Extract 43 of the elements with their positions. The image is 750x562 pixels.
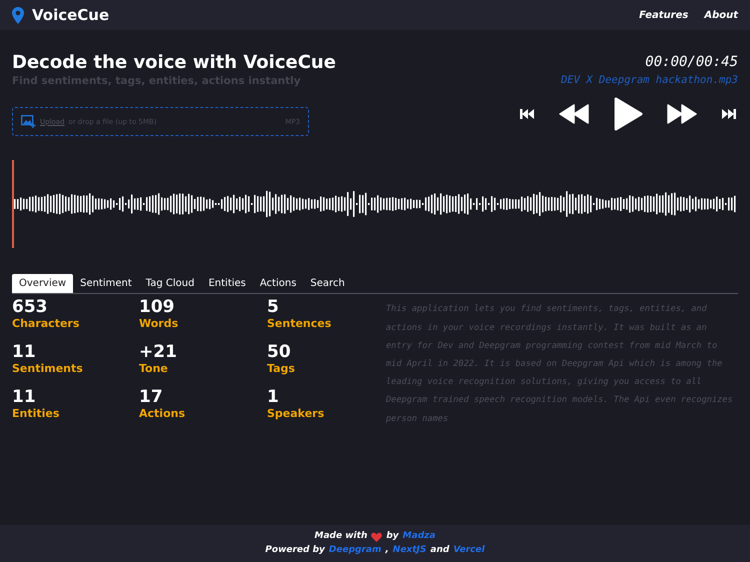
stat-value: 11: [12, 343, 37, 362]
stat-label: Actions: [139, 406, 186, 420]
stat-value: 17: [139, 388, 164, 407]
heart-icon: [371, 532, 382, 542]
skip-back-button[interactable]: [518, 106, 535, 121]
footer-text: Made with: [314, 530, 368, 543]
footer-text: and: [430, 544, 450, 556]
footer-text: ,: [385, 544, 389, 556]
tab[interactable]: Entities: [201, 274, 253, 294]
tab[interactable]: Tag Cloud: [138, 274, 202, 294]
tab[interactable]: Actions: [252, 274, 304, 294]
page-title: Decode the voice with VoiceCue: [12, 52, 336, 74]
rewind-button[interactable]: [559, 104, 589, 124]
stat-label: Tags: [267, 362, 296, 376]
tab[interactable]: Sentiment: [73, 274, 139, 294]
stat-value: 50: [267, 343, 292, 362]
stat-label: Entities: [12, 406, 60, 420]
file-name: DEV X Deepgram hackathon.mp3: [560, 73, 738, 88]
stat-label: Words: [139, 317, 180, 330]
nav-link[interactable]: About: [704, 8, 738, 22]
image-upload-icon: [21, 115, 36, 128]
fast-forward-button[interactable]: [667, 104, 697, 124]
tab[interactable]: Search: [303, 274, 352, 294]
stat-label: Tone: [139, 362, 169, 376]
stat-value: 1: [267, 388, 280, 407]
footer-text: by: [386, 530, 399, 543]
stat-label: Sentiments: [12, 362, 84, 376]
stat-value: 653: [12, 298, 48, 318]
brand-name[interactable]: VoiceCue: [32, 4, 110, 26]
map-pin-icon: [12, 6, 24, 24]
stat-label: Speakers: [267, 406, 326, 420]
stat-value: 11: [12, 388, 37, 407]
tab[interactable]: Overview: [12, 274, 74, 294]
nav-link[interactable]: Features: [639, 8, 688, 22]
stat-label: Characters: [12, 317, 80, 330]
stat-value: +21: [139, 343, 178, 362]
play-button[interactable]: [613, 96, 643, 131]
footer-text: Powered by: [265, 544, 325, 556]
skip-forward-button[interactable]: [721, 106, 738, 121]
time-display: 00:00/00:45: [645, 53, 738, 72]
stat-value: 109: [139, 298, 176, 318]
stat-value: 5: [267, 298, 280, 318]
stat-label: Sentences: [267, 317, 332, 330]
